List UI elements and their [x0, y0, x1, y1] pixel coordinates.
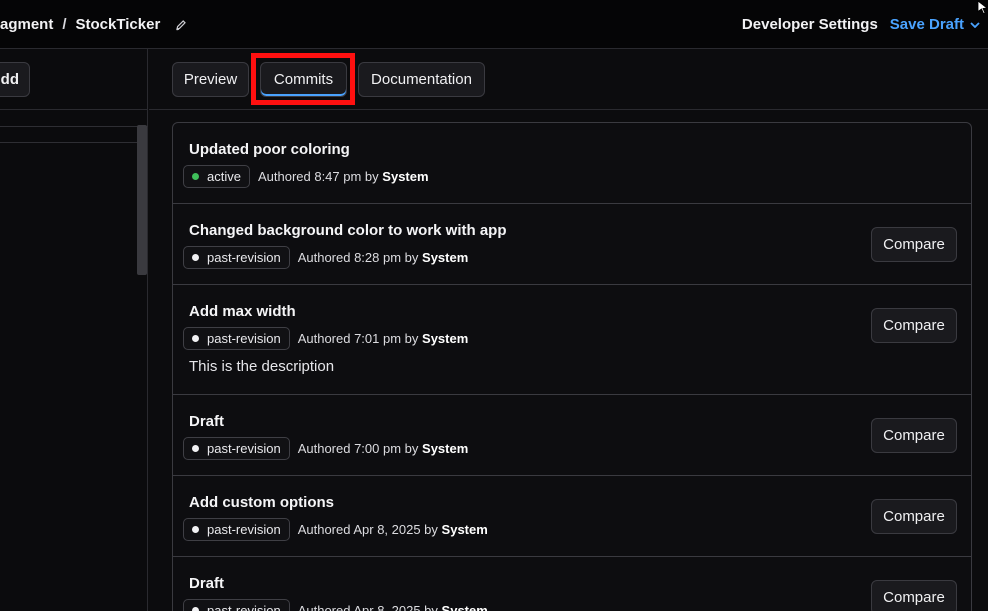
status-dot-icon	[192, 607, 199, 611]
status-label: past-revision	[207, 441, 281, 456]
author-name: System	[422, 441, 469, 456]
tab-commits[interactable]: Commits	[260, 62, 347, 97]
commit-title: Updated poor coloring	[189, 141, 350, 158]
chevron-down-icon	[970, 21, 980, 28]
status-dot-icon	[192, 335, 199, 342]
status-badge: past-revision	[183, 327, 290, 350]
save-draft-button[interactable]: Save Draft	[890, 16, 988, 33]
commit-meta: past-revision Authored 7:01 pm by System	[183, 327, 468, 350]
status-label: past-revision	[207, 603, 281, 611]
tab-documentation[interactable]: Documentation	[358, 62, 485, 97]
compare-button[interactable]: Compare	[871, 580, 957, 611]
authored-time: Authored 8:28 pm by	[297, 250, 419, 265]
commit-title: Draft	[189, 413, 225, 430]
author-name: System	[382, 169, 429, 184]
compare-button[interactable]: Compare	[871, 227, 957, 262]
author-name: System	[441, 522, 488, 537]
authored-time: Authored 8:47 pm by	[257, 169, 379, 184]
add-button[interactable]: dd	[0, 62, 30, 97]
breadcrumb-parent[interactable]: agment	[0, 16, 53, 33]
authored-time: Authored 7:00 pm by	[297, 441, 419, 456]
commit-title: Add max width	[189, 303, 296, 320]
breadcrumb-separator: /	[62, 16, 67, 33]
commit-row: Add custom options past-revision Authore…	[173, 476, 971, 557]
commit-title: Changed background color to work with ap…	[189, 222, 507, 239]
authored-text: Authored Apr 8, 2025 by System	[298, 522, 488, 537]
authored-time: Authored Apr 8, 2025 by	[297, 603, 438, 611]
tab-bar: Preview Commits Documentation	[149, 49, 988, 110]
status-badge: active	[183, 165, 250, 188]
commit-list: Updated poor coloring active Authored 8:…	[172, 122, 972, 611]
status-badge: past-revision	[183, 437, 290, 460]
breadcrumb: agment / StockTicker	[0, 0, 187, 49]
left-panel: dd	[0, 49, 148, 611]
status-badge: past-revision	[183, 599, 290, 611]
authored-time: Authored Apr 8, 2025 by	[297, 522, 438, 537]
top-bar: agment / StockTicker Developer Settings …	[0, 0, 988, 49]
status-dot-icon	[192, 254, 199, 261]
status-label: past-revision	[207, 250, 281, 265]
status-badge: past-revision	[183, 518, 290, 541]
commit-description: This is the description	[189, 358, 335, 375]
left-scrollbar[interactable]	[137, 125, 147, 275]
status-label: past-revision	[207, 522, 281, 537]
commit-meta: active Authored 8:47 pm by System	[183, 165, 429, 188]
status-dot-icon	[192, 526, 199, 533]
authored-text: Authored 7:01 pm by System	[298, 331, 469, 346]
commit-row: Draft past-revision Authored Apr 8, 2025…	[173, 557, 971, 611]
compare-button[interactable]: Compare	[871, 308, 957, 343]
commit-row: Draft past-revision Authored 7:00 pm by …	[173, 395, 971, 476]
status-dot-icon	[192, 445, 199, 452]
status-label: past-revision	[207, 331, 281, 346]
mouse-cursor-icon	[977, 0, 988, 14]
pencil-icon[interactable]	[175, 19, 187, 31]
save-draft-label: Save Draft	[889, 16, 964, 33]
compare-button[interactable]: Compare	[871, 499, 957, 534]
author-name: System	[422, 250, 469, 265]
author-name: System	[422, 331, 469, 346]
commit-row: Updated poor coloring active Authored 8:…	[173, 123, 971, 204]
commit-title: Draft	[189, 575, 225, 592]
left-divider	[0, 109, 148, 110]
developer-settings-link[interactable]: Developer Settings	[742, 16, 878, 33]
commit-meta: past-revision Authored Apr 8, 2025 by Sy…	[183, 518, 488, 541]
main-panel: Preview Commits Documentation Updated po…	[149, 49, 988, 611]
authored-text: Authored 8:47 pm by System	[258, 169, 429, 184]
commit-row: Add max width past-revision Authored 7:0…	[173, 285, 971, 395]
status-dot-icon	[192, 173, 199, 180]
commit-title: Add custom options	[189, 494, 334, 511]
breadcrumb-current: StockTicker	[75, 16, 161, 33]
left-list-divider	[0, 142, 137, 143]
author-name: System	[441, 603, 488, 611]
commit-meta: past-revision Authored 8:28 pm by System	[183, 246, 468, 269]
left-list	[0, 126, 148, 611]
compare-button[interactable]: Compare	[871, 418, 957, 453]
authored-text: Authored Apr 8, 2025 by System	[298, 603, 488, 611]
authored-text: Authored 7:00 pm by System	[298, 441, 469, 456]
tab-preview[interactable]: Preview	[172, 62, 249, 97]
status-label: active	[207, 169, 241, 184]
authored-text: Authored 8:28 pm by System	[298, 250, 469, 265]
status-badge: past-revision	[183, 246, 290, 269]
authored-time: Authored 7:01 pm by	[297, 331, 419, 346]
commit-meta: past-revision Authored 7:00 pm by System	[183, 437, 468, 460]
commit-row: Changed background color to work with ap…	[173, 204, 971, 285]
header-actions: Developer Settings Save Draft	[742, 0, 988, 49]
commit-meta: past-revision Authored Apr 8, 2025 by Sy…	[183, 599, 488, 611]
